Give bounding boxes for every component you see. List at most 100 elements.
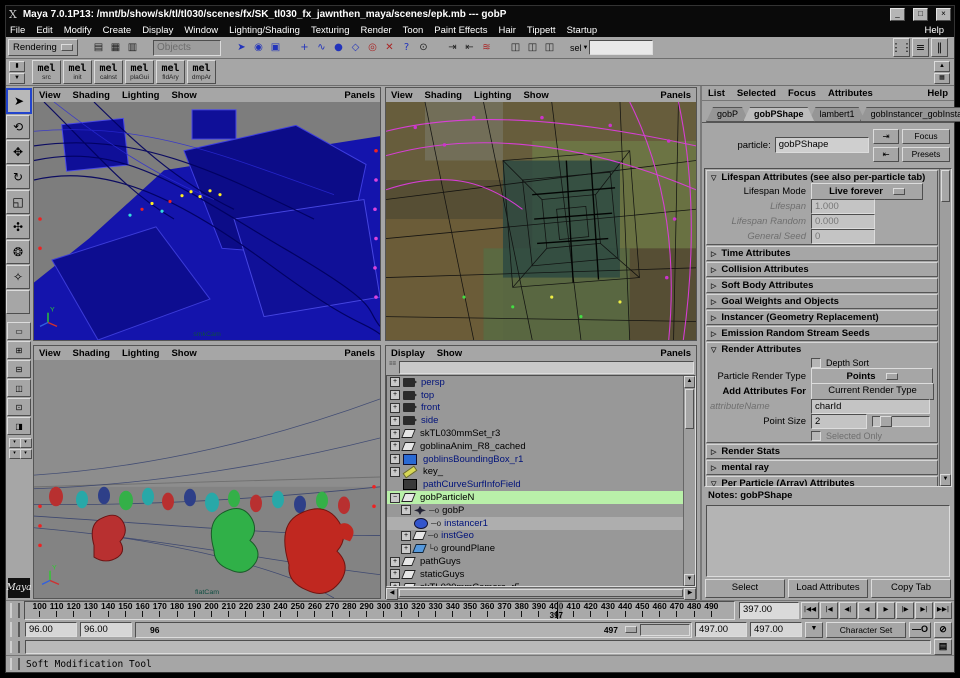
- menu-set-dropdown[interactable]: Rendering: [8, 39, 78, 56]
- viewport-menu-lighting[interactable]: Lighting: [474, 90, 511, 101]
- step-forward-frame-button[interactable]: ▶|: [915, 602, 933, 619]
- make-live-icon[interactable]: ◎: [364, 40, 381, 56]
- shelf-tab-button[interactable]: ▮: [9, 61, 25, 72]
- quick-select-arrow-icon[interactable]: ▼: [583, 45, 589, 51]
- select-tool[interactable]: ➤: [6, 88, 32, 114]
- command-line-grip[interactable]: [10, 641, 20, 654]
- go-to-end-button[interactable]: ▶▶|: [934, 602, 952, 619]
- lifespan-random-field[interactable]: 0.000: [811, 214, 875, 229]
- shelf-scroll-up-icon[interactable]: ▲: [934, 61, 950, 72]
- animation-preferences-icon[interactable]: ⊘: [934, 622, 952, 638]
- node-name-field[interactable]: gobPShape: [775, 137, 869, 153]
- snap-to-curve-icon[interactable]: ∿: [313, 40, 330, 56]
- two-pane-stacked-layout-button[interactable]: ⊟: [7, 360, 31, 378]
- four-pane-layout-button[interactable]: ⊞: [7, 341, 31, 359]
- shelf-editor-icon[interactable]: ▦: [934, 73, 950, 84]
- outliner-item[interactable]: + front: [387, 402, 683, 415]
- shelf-item[interactable]: mel dmpAr: [187, 60, 216, 84]
- selection-mask-dropdown[interactable]: Objects: [153, 40, 221, 56]
- ae-show-list-icon[interactable]: ⇥: [873, 129, 899, 144]
- minimize-button[interactable]: _: [890, 8, 905, 21]
- ae-vertical-scrollbar[interactable]: ▼: [939, 169, 951, 486]
- timeline-grip[interactable]: [10, 603, 20, 618]
- attribute-name-field[interactable]: charId: [811, 399, 930, 414]
- outliner-item[interactable]: + goblinaAnim_R8_cached: [387, 440, 683, 453]
- playback-options-dropdown-icon[interactable]: ▼: [805, 622, 823, 638]
- outliner-item[interactable]: + staticGuys: [387, 568, 683, 581]
- scroll-down-icon[interactable]: ▼: [940, 474, 951, 486]
- ae-menu-focus[interactable]: Focus: [788, 88, 816, 99]
- ae-tab[interactable]: gobPShape: [743, 107, 815, 122]
- expand-toggle-icon[interactable]: +: [390, 441, 400, 451]
- current-render-type-button[interactable]: Current Render Type: [811, 383, 934, 400]
- last-tool[interactable]: [6, 290, 30, 314]
- three-pane-layout-button[interactable]: ⊡: [7, 398, 31, 416]
- range-grip[interactable]: [10, 622, 20, 637]
- animation-start-field[interactable]: 96.00: [25, 622, 77, 637]
- command-line-input[interactable]: [25, 640, 931, 654]
- outliner-item[interactable]: + persp: [387, 376, 683, 389]
- new-scene-icon[interactable]: ▤: [90, 40, 107, 56]
- ae-menu-selected[interactable]: Selected: [737, 88, 776, 99]
- outliner-item[interactable]: + ─o instGeo: [387, 530, 683, 543]
- expand-toggle-icon[interactable]: +: [390, 454, 400, 464]
- list-input-connections-icon[interactable]: ⇥: [444, 40, 461, 56]
- layout-spinner-button[interactable]: ▾: [20, 438, 32, 448]
- hide-ui-elements-toggle[interactable]: ≡: [912, 38, 929, 57]
- playback-end-field[interactable]: 497.00: [695, 622, 747, 637]
- scroll-up-icon[interactable]: ▲: [684, 376, 695, 388]
- shelf-menu-button[interactable]: ▼: [9, 73, 25, 84]
- menu-item[interactable]: Create: [103, 25, 132, 36]
- outliner-item[interactable]: + ─o gobP: [387, 504, 683, 517]
- outliner-horizontal-scrollbar[interactable]: ◀ ▶: [386, 587, 696, 598]
- viewport-menu-panels[interactable]: Panels: [344, 348, 375, 359]
- section-header[interactable]: ▷ Render Stats: [707, 445, 937, 458]
- outliner-item[interactable]: + pathGuys: [387, 555, 683, 568]
- ae-tab[interactable]: gobInstancer_gobInstancer: [860, 107, 960, 122]
- rotate-tool[interactable]: ↻: [6, 165, 30, 189]
- show-manipulator-tool[interactable]: ✧: [6, 265, 30, 289]
- show-ui-elements-toggle[interactable]: ⋮⋮: [893, 38, 910, 57]
- character-set-dropdown[interactable]: Character Set: [826, 622, 906, 638]
- ae-show-output-icon[interactable]: ⇤: [873, 147, 899, 162]
- expand-toggle-icon[interactable]: +: [390, 390, 400, 400]
- animation-end-field[interactable]: 497.00: [750, 622, 802, 637]
- scroll-left-icon[interactable]: ◀: [386, 588, 398, 600]
- shelf-item[interactable]: mel fldAry: [156, 60, 185, 84]
- snap-to-grid-icon[interactable]: +: [296, 40, 313, 56]
- section-header[interactable]: ▷ Goal Weights and Objects: [707, 295, 937, 308]
- step-forward-key-button[interactable]: |▶: [896, 602, 914, 619]
- open-render-view-icon[interactable]: ◫: [507, 40, 524, 56]
- lock-selection-icon[interactable]: ⊙: [415, 40, 432, 56]
- title-bar[interactable]: X Maya 7.0.1P13: /mnt/b/show/sk/tl/tl030…: [6, 6, 954, 23]
- outliner-filter-icon[interactable]: ≡≡: [388, 362, 397, 373]
- list-output-connections-icon[interactable]: ⇤: [461, 40, 478, 56]
- menu-item[interactable]: Tippett: [527, 25, 556, 36]
- range-bar[interactable]: 96 497: [135, 622, 692, 638]
- open-scene-icon[interactable]: ▦: [107, 40, 124, 56]
- expand-toggle-icon[interactable]: +: [390, 377, 400, 387]
- viewport-menu-show[interactable]: Show: [171, 348, 196, 359]
- depth-sort-checkbox[interactable]: [811, 358, 821, 368]
- outliner-item[interactable]: ─o instancer1: [387, 517, 683, 530]
- menu-item[interactable]: Texturing: [311, 25, 350, 36]
- viewport-menu-lighting[interactable]: Lighting: [122, 348, 159, 359]
- lasso-select-tool[interactable]: ⟲: [6, 115, 30, 139]
- general-seed-field[interactable]: 0: [811, 229, 875, 244]
- outliner-menu-panels[interactable]: Panels: [660, 348, 691, 359]
- shelf-item[interactable]: mel calnst: [94, 60, 123, 84]
- section-header[interactable]: ▽ Render Attributes: [707, 343, 937, 356]
- viewport-menu-show[interactable]: Show: [523, 90, 548, 101]
- shelf-item[interactable]: mel init: [63, 60, 92, 84]
- viewport-menu-view[interactable]: View: [391, 90, 412, 101]
- section-header[interactable]: ▷ Time Attributes: [707, 247, 937, 260]
- copy-tab-button[interactable]: Copy Tab: [871, 579, 951, 598]
- expand-toggle-icon[interactable]: +: [390, 416, 400, 426]
- section-header[interactable]: ▷ Collision Attributes: [707, 263, 937, 276]
- viewport-menu-lighting[interactable]: Lighting: [122, 90, 159, 101]
- select-button[interactable]: Select: [705, 579, 785, 598]
- shelf-item[interactable]: mel src: [32, 60, 61, 84]
- presets-button[interactable]: Presets: [902, 147, 950, 162]
- outliner-menu-display[interactable]: Display: [391, 348, 425, 359]
- scale-tool[interactable]: ◱: [6, 190, 30, 214]
